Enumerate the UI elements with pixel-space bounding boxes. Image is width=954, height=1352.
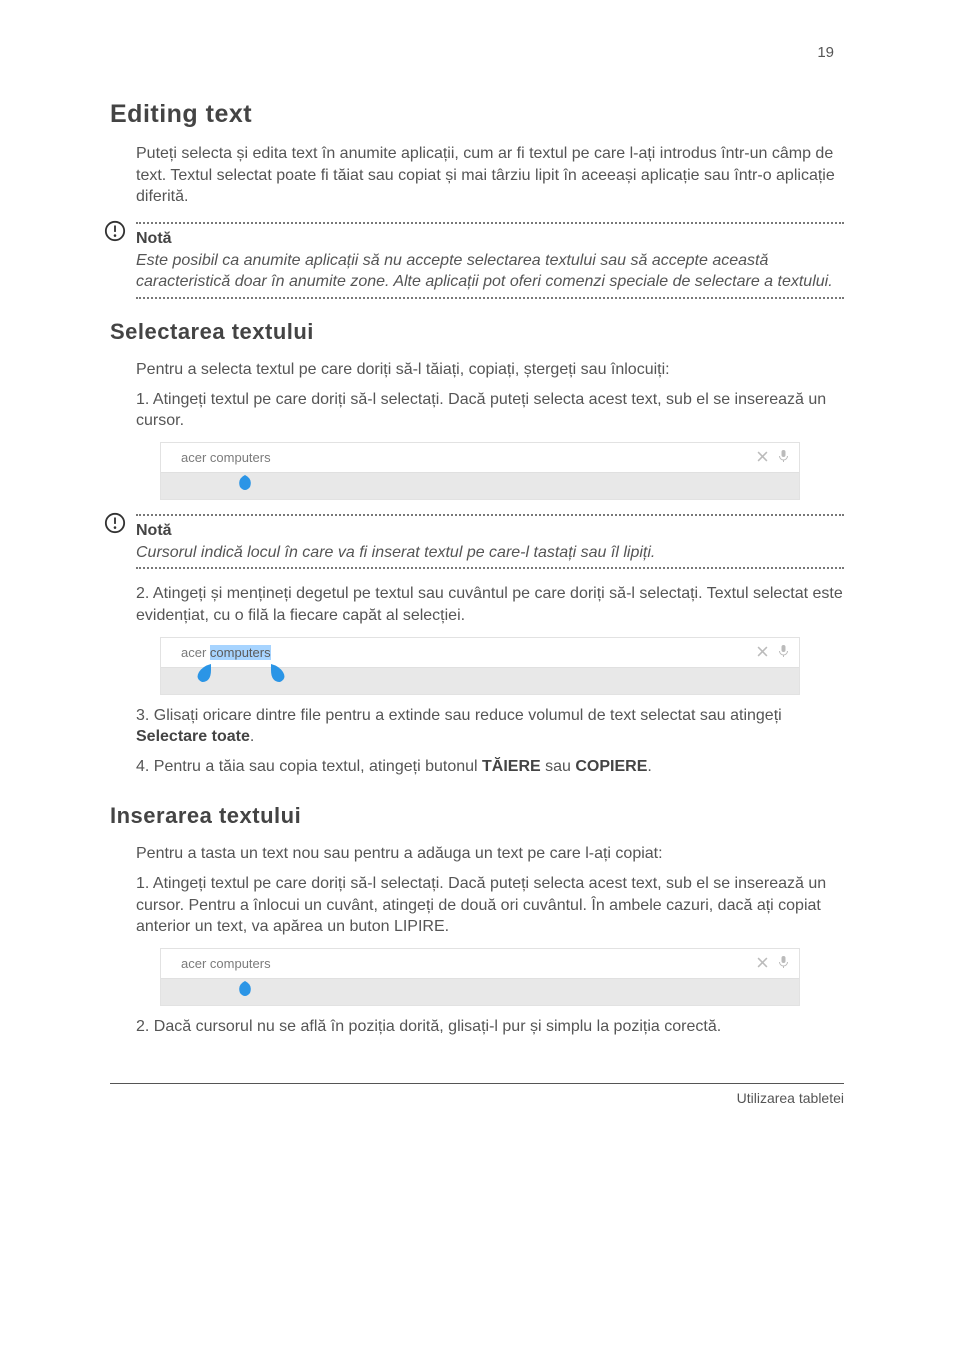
text-input[interactable]: acer computers <box>161 949 799 979</box>
para-insert-intro: Pentru a tasta un text nou sau pentru a … <box>136 843 844 865</box>
mic-icon[interactable] <box>778 449 789 466</box>
selection-start-handle-icon[interactable] <box>197 664 213 686</box>
note-block-1: Notă Este posibil ca anumite aplicații s… <box>110 222 844 299</box>
note-text: Cursorul indică locul în care va fi inse… <box>136 542 844 564</box>
text-field-mock-selection: acer computers <box>160 637 800 695</box>
input-text-before: acer <box>181 450 210 465</box>
input-text-after: computers <box>210 450 271 465</box>
clear-icon[interactable] <box>757 956 768 971</box>
text-field-mock-cursor-2: acer computers <box>160 948 800 1006</box>
warning-icon <box>104 220 126 247</box>
subheading-selecting: Selectarea textului <box>110 319 844 345</box>
divider-dots <box>136 514 844 516</box>
step-4: 4. Pentru a tăia sau copia textul, ating… <box>136 756 844 778</box>
footer-text: Utilizarea tabletei <box>110 1090 844 1106</box>
cursor-handle-icon[interactable] <box>237 975 253 997</box>
step-3: 3. Glisați oricare dintre file pentru a … <box>136 705 844 748</box>
clear-icon[interactable] <box>757 645 768 660</box>
footer-rule <box>110 1083 844 1084</box>
note-label: Notă <box>136 522 844 540</box>
input-text-before: acer <box>181 956 210 971</box>
input-text-selected: computers <box>210 645 271 660</box>
page-number: 19 <box>817 44 834 61</box>
cursor-handle-icon[interactable] <box>237 469 253 491</box>
note-block-2: Notă Cursorul indică locul în care va fi… <box>110 514 844 570</box>
text-field-mock-cursor: acer computers <box>160 442 800 500</box>
input-text-after: computers <box>210 956 271 971</box>
step-insert-2: 2. Dacă cursorul nu se află în poziția d… <box>136 1016 844 1038</box>
note-text: Este posibil ca anumite aplicații să nu … <box>136 250 844 293</box>
divider-dots <box>136 567 844 569</box>
subheading-inserting: Inserarea textului <box>110 803 844 829</box>
step-insert-1: 1. Atingeți textul pe care doriți să-l s… <box>136 873 844 938</box>
divider-dots <box>136 297 844 299</box>
divider-dots <box>136 222 844 224</box>
text-input[interactable]: acer computers <box>161 443 799 473</box>
clear-icon[interactable] <box>757 450 768 465</box>
mic-icon[interactable] <box>778 955 789 972</box>
heading-editing-text: Editing text <box>110 100 844 129</box>
note-label: Notă <box>136 230 844 248</box>
warning-icon <box>104 512 126 539</box>
text-input[interactable]: acer computers <box>161 638 799 668</box>
mic-icon[interactable] <box>778 644 789 661</box>
input-text-before: acer <box>181 645 210 660</box>
step-2: 2. Atingeți și mențineți degetul pe text… <box>136 583 844 626</box>
selection-end-handle-icon[interactable] <box>271 664 287 686</box>
para-intro: Puteți selecta și edita text în anumite … <box>136 143 844 208</box>
step-1: 1. Atingeți textul pe care doriți să-l s… <box>136 389 844 432</box>
para-select-intro: Pentru a selecta textul pe care doriți s… <box>136 359 844 381</box>
